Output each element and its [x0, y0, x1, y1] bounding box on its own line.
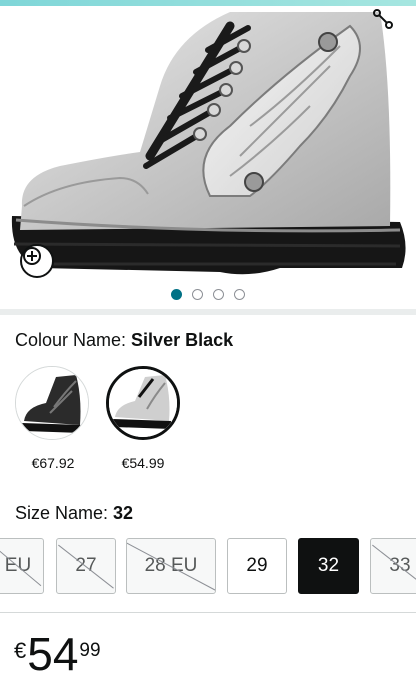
- size-option-label: EU: [4, 555, 32, 576]
- size-option-eu[interactable]: EU: [0, 538, 44, 594]
- colour-swatch-silver[interactable]: [106, 366, 180, 440]
- pagination-dot-4[interactable]: [234, 289, 245, 300]
- size-option-33[interactable]: 33: [370, 538, 416, 594]
- product-price: € 54 99: [14, 628, 101, 680]
- zoom-in-icon[interactable]: [20, 244, 54, 278]
- colour-name-heading: Colour Name: Silver Black: [15, 330, 233, 351]
- size-option-29[interactable]: 29: [227, 538, 287, 594]
- size-option-label: 33: [389, 555, 411, 576]
- colour-swatch-price-2: €54.99: [121, 455, 165, 471]
- size-option-label: 32: [317, 555, 340, 576]
- share-icon[interactable]: [372, 8, 398, 34]
- size-option-label: 28 EU: [144, 555, 198, 576]
- pagination-dot-1[interactable]: [171, 289, 182, 300]
- size-option-27[interactable]: 27: [56, 538, 116, 594]
- size-option-label: 29: [246, 555, 268, 576]
- size-option-label: 27: [75, 555, 97, 576]
- product-image: [11, 12, 406, 275]
- pagination-dot-3[interactable]: [213, 289, 224, 300]
- size-name-heading: Size Name: 32: [15, 503, 133, 524]
- section-divider: [0, 309, 416, 315]
- colour-name-label: Colour Name:: [15, 330, 132, 350]
- price-currency: €: [14, 638, 27, 663]
- product-image-gallery[interactable]: [0, 6, 416, 282]
- colour-swatch-price-1: €67.92: [31, 455, 75, 471]
- size-option-28-eu[interactable]: 28 EU: [126, 538, 216, 594]
- size-option-32[interactable]: 32: [298, 538, 359, 594]
- pagination-dot-2[interactable]: [192, 289, 203, 300]
- colour-name-value: Silver Black: [131, 330, 234, 350]
- size-name-value: 32: [113, 503, 134, 523]
- image-pagination-dots: [0, 289, 416, 301]
- price-whole: 54: [27, 628, 79, 680]
- size-name-label: Size Name:: [15, 503, 114, 523]
- colour-swatch-black[interactable]: [15, 366, 89, 440]
- section-divider-thin: [0, 612, 416, 613]
- price-fraction: 99: [79, 640, 101, 661]
